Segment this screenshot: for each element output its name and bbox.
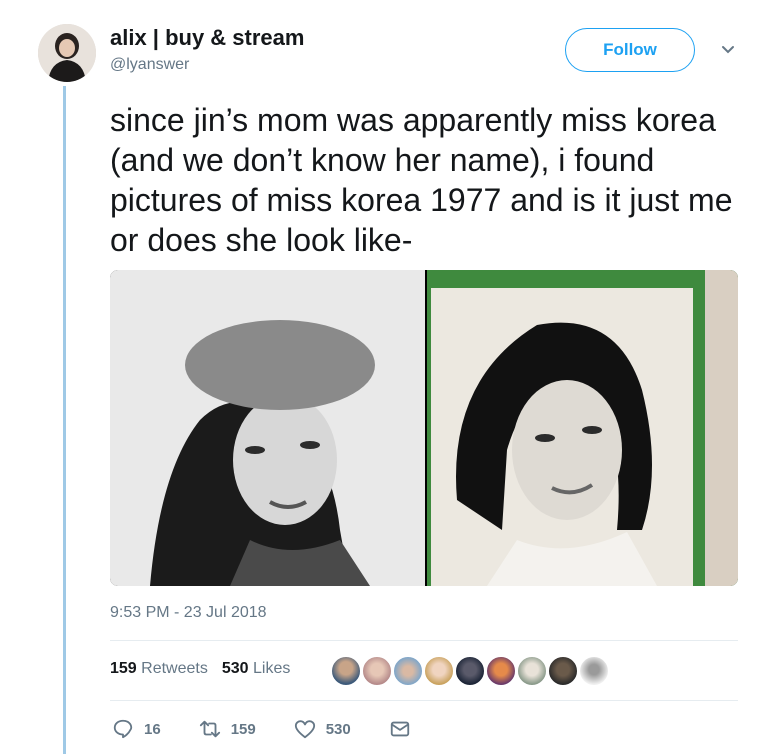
direct-message-button[interactable]: [389, 718, 421, 740]
liker-avatars: [330, 655, 610, 687]
display-name[interactable]: alix | buy & stream: [110, 25, 304, 51]
follow-button[interactable]: Follow: [565, 28, 695, 72]
liker-avatar[interactable]: [330, 655, 362, 687]
photo-right[interactable]: [427, 270, 738, 586]
likes-label: Likes: [253, 660, 291, 677]
envelope-icon: [390, 721, 409, 737]
tweet-timestamp[interactable]: 9:53 PM - 23 Jul 2018: [110, 604, 267, 622]
thread-line: [63, 86, 66, 754]
avatar[interactable]: [38, 24, 96, 82]
user-handle[interactable]: @lyanswer: [110, 56, 189, 74]
reply-count: 16: [144, 720, 161, 738]
engagement-stats: 159 Retweets 530 Likes: [110, 660, 290, 678]
tweet-actions: 16 159 530: [112, 718, 459, 740]
heart-icon: [294, 720, 315, 739]
retweets-label: Retweets: [141, 660, 208, 677]
tweet-media[interactable]: [110, 270, 738, 586]
retweet-button[interactable]: 159: [199, 718, 256, 740]
liker-avatar[interactable]: [392, 655, 424, 687]
like-button[interactable]: 530: [294, 718, 351, 740]
likes-stat[interactable]: 530 Likes: [222, 660, 291, 678]
divider: [110, 640, 738, 641]
likes-count: 530: [221, 660, 249, 677]
retweet-count: 159: [230, 720, 256, 738]
liker-avatar[interactable]: [547, 655, 579, 687]
tweet-text: since jin’s mom was apparently miss kore…: [110, 102, 733, 258]
chevron-down-icon[interactable]: [720, 42, 736, 58]
retweets-count: 159: [110, 660, 137, 677]
photo-left[interactable]: [110, 270, 425, 586]
liker-avatar[interactable]: [516, 655, 548, 687]
retweets-stat[interactable]: 159 Retweets: [110, 660, 208, 678]
like-count: 530: [325, 720, 351, 738]
retweet-icon: [199, 720, 220, 738]
reply-button[interactable]: 16: [112, 718, 161, 740]
liker-avatar[interactable]: [361, 655, 393, 687]
liker-avatar[interactable]: [578, 655, 610, 687]
liker-avatar[interactable]: [454, 655, 486, 687]
liker-avatar[interactable]: [423, 655, 455, 687]
reply-icon: [113, 719, 133, 739]
liker-avatar[interactable]: [485, 655, 517, 687]
divider: [110, 700, 738, 701]
